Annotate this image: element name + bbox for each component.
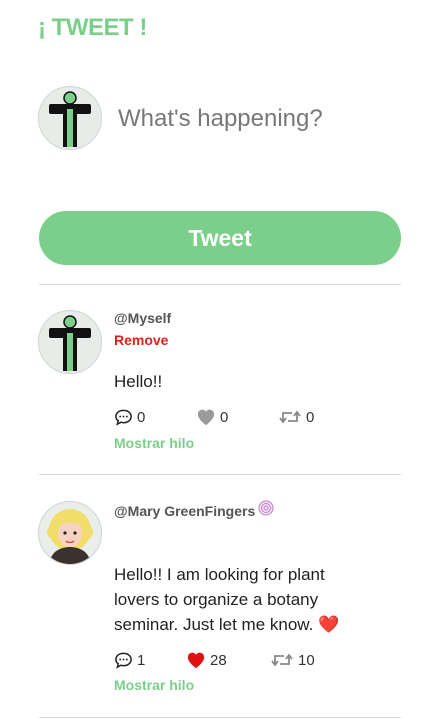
comment-icon — [115, 409, 132, 426]
heart-icon — [197, 409, 215, 426]
tweet-text: Hello!! I am looking for plant lovers to… — [114, 562, 374, 637]
heart-icon — [187, 652, 205, 669]
retweet-button[interactable]: 10 — [270, 651, 315, 669]
reply-button[interactable]: 0 — [114, 408, 145, 426]
composer-avatar — [38, 86, 102, 150]
like-count: 28 — [210, 651, 227, 669]
compose-tweet-input[interactable] — [116, 96, 400, 142]
tweet-text: Hello!! — [114, 372, 163, 391]
divider — [39, 717, 401, 718]
person-logo-icon — [49, 91, 91, 147]
tweet-text-body: Hello!! I am looking for plant lovers to… — [114, 565, 325, 634]
retweet-icon — [271, 653, 293, 667]
retweet-count: 0 — [306, 408, 315, 426]
tweet-avatar — [38, 501, 102, 565]
show-thread-link[interactable]: Mostrar hilo — [114, 435, 194, 451]
tweet-submit-button[interactable]: Tweet — [39, 211, 401, 265]
spiral-badge-icon — [258, 500, 274, 516]
tweet-handle[interactable]: @Mary GreenFingers — [114, 500, 274, 519]
tweet-handle[interactable]: @Myself — [114, 310, 171, 326]
retweet-count: 10 — [298, 651, 315, 669]
blonde-girl-avatar-icon — [47, 509, 93, 564]
comment-icon — [115, 652, 132, 669]
like-count: 0 — [220, 408, 229, 426]
divider — [39, 474, 401, 475]
reply-button[interactable]: 1 — [114, 651, 145, 669]
heart-emoji: ❤️ — [318, 615, 340, 634]
tweet-avatar — [38, 310, 102, 374]
app-logo[interactable]: ¡ TWEET ! — [38, 14, 147, 42]
remove-tweet-button[interactable]: Remove — [114, 332, 168, 348]
divider — [39, 284, 401, 285]
person-logo-icon — [49, 315, 91, 371]
tweet-handle-text: @Mary GreenFingers — [114, 503, 256, 519]
like-button[interactable]: 28 — [186, 651, 227, 669]
reply-count: 0 — [137, 408, 146, 426]
show-thread-link[interactable]: Mostrar hilo — [114, 677, 194, 693]
reply-count: 1 — [137, 651, 146, 669]
retweet-button[interactable]: 0 — [278, 408, 314, 426]
like-button[interactable]: 0 — [196, 408, 228, 426]
retweet-icon — [279, 410, 301, 424]
